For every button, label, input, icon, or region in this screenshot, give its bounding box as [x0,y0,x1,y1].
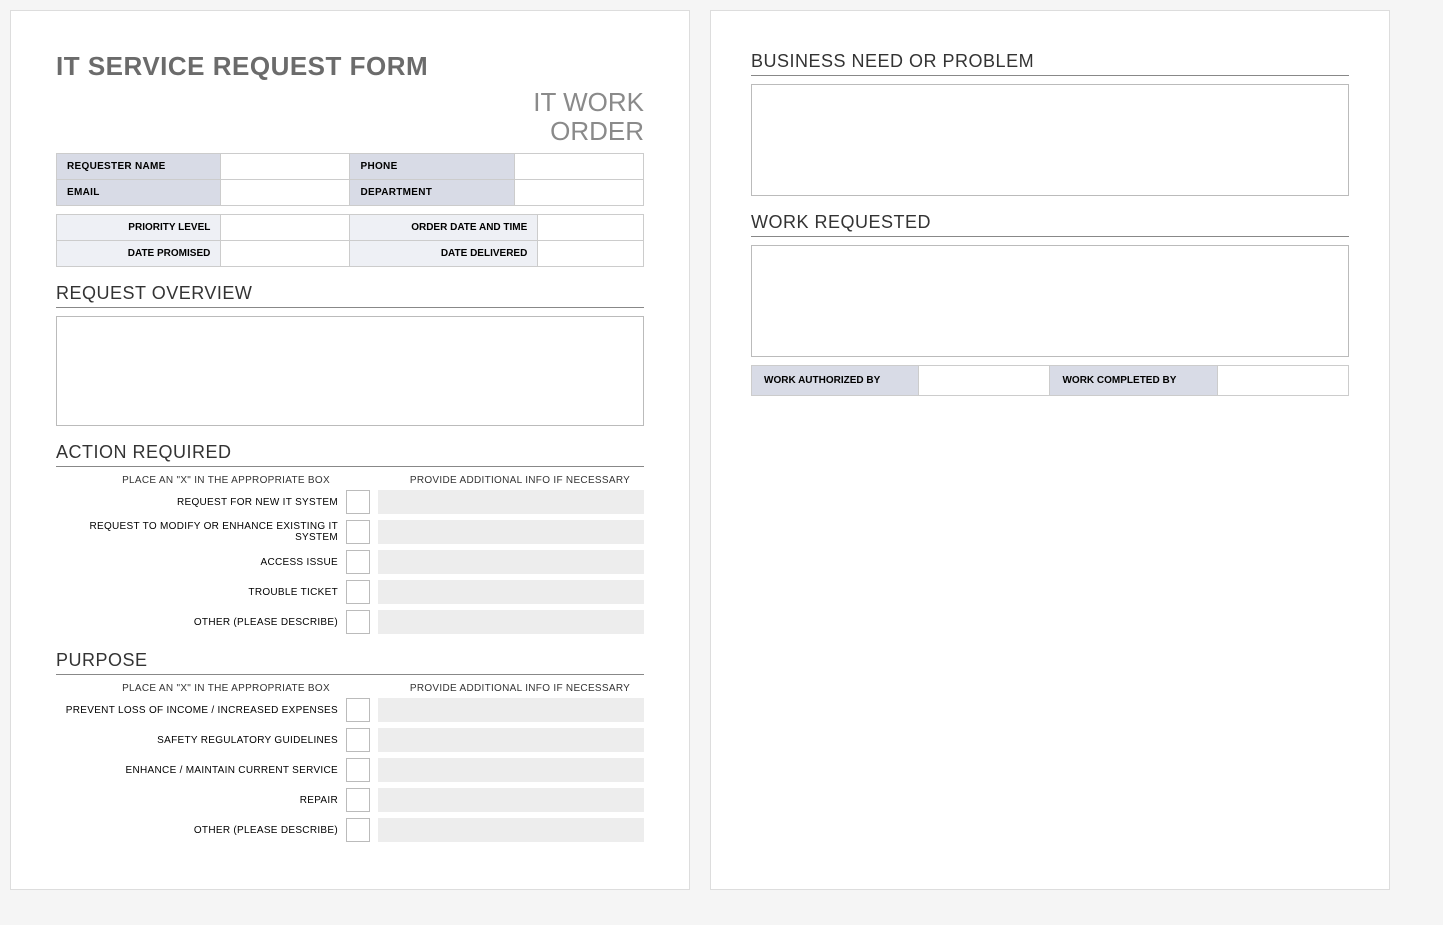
purpose-info-input[interactable] [378,818,644,842]
action-checkbox[interactable] [346,610,370,634]
purpose-label: PREVENT LOSS OF INCOME / INCREASED EXPEN… [56,705,346,716]
action-row: OTHER (PLEASE DESCRIBE) [56,610,644,634]
purpose-row: REPAIR [56,788,644,812]
department-label: DEPARTMENT [350,180,514,206]
purpose-row: PREVENT LOSS OF INCOME / INCREASED EXPEN… [56,698,644,722]
requester-name-input[interactable] [221,154,350,180]
request-overview-textarea[interactable] [56,316,644,426]
date-delivered-label: DATE DELIVERED [350,241,538,267]
priority-label: PRIORITY LEVEL [57,215,221,241]
action-info-input[interactable] [378,550,644,574]
instr-place-x: PLACE AN "X" IN THE APPROPRIATE BOX [56,683,396,694]
work-requested-heading: WORK REQUESTED [751,212,1349,237]
date-delivered-input[interactable] [538,241,644,267]
purpose-checkbox[interactable] [346,788,370,812]
request-overview-heading: REQUEST OVERVIEW [56,283,644,308]
action-row: REQUEST FOR NEW IT SYSTEM [56,490,644,514]
instr-additional-info: PROVIDE ADDITIONAL INFO IF NECESSARY [396,475,644,486]
purpose-row: SAFETY REGULATORY GUIDELINES [56,728,644,752]
action-info-input[interactable] [378,610,644,634]
priority-input[interactable] [221,215,350,241]
purpose-info-input[interactable] [378,698,644,722]
action-row: ACCESS ISSUE [56,550,644,574]
action-checkbox[interactable] [346,490,370,514]
action-checkbox[interactable] [346,550,370,574]
requester-table: REQUESTER NAME PHONE EMAIL DEPARTMENT [56,153,644,206]
email-input[interactable] [221,180,350,206]
purpose-label: ENHANCE / MAINTAIN CURRENT SERVICE [56,765,346,776]
authorized-by-input[interactable] [919,366,1050,396]
action-label: TROUBLE TICKET [56,587,346,598]
authorization-table: WORK AUTHORIZED BY WORK COMPLETED BY [751,365,1349,396]
subtitle-line1: IT WORK [533,87,644,117]
date-promised-label: DATE PROMISED [57,241,221,267]
purpose-info-input[interactable] [378,758,644,782]
instr-place-x: PLACE AN "X" IN THE APPROPRIATE BOX [56,475,396,486]
form-subtitle: IT WORK ORDER [56,88,644,145]
action-info-input[interactable] [378,520,644,544]
purpose-instructions: PLACE AN "X" IN THE APPROPRIATE BOX PROV… [56,683,644,694]
date-promised-input[interactable] [221,241,350,267]
purpose-row: OTHER (PLEASE DESCRIBE) [56,818,644,842]
purpose-heading: PURPOSE [56,650,644,675]
phone-label: PHONE [350,154,514,180]
purpose-info-input[interactable] [378,788,644,812]
completed-by-input[interactable] [1217,366,1348,396]
order-date-label: ORDER DATE AND TIME [350,215,538,241]
purpose-checkbox[interactable] [346,818,370,842]
action-label: REQUEST FOR NEW IT SYSTEM [56,497,346,508]
work-requested-textarea[interactable] [751,245,1349,357]
completed-by-label: WORK COMPLETED BY [1050,366,1217,396]
action-row: TROUBLE TICKET [56,580,644,604]
purpose-label: OTHER (PLEASE DESCRIBE) [56,825,346,836]
business-need-textarea[interactable] [751,84,1349,196]
action-instructions: PLACE AN "X" IN THE APPROPRIATE BOX PROV… [56,475,644,486]
action-checkbox[interactable] [346,520,370,544]
order-table: PRIORITY LEVEL ORDER DATE AND TIME DATE … [56,214,644,267]
authorized-by-label: WORK AUTHORIZED BY [752,366,919,396]
form-title: IT SERVICE REQUEST FORM [56,51,644,82]
action-info-input[interactable] [378,580,644,604]
requester-name-label: REQUESTER NAME [57,154,221,180]
action-label: REQUEST TO MODIFY OR ENHANCE EXISTING IT… [56,521,346,543]
purpose-label: REPAIR [56,795,346,806]
purpose-checkbox[interactable] [346,758,370,782]
purpose-checkbox[interactable] [346,698,370,722]
page-2: BUSINESS NEED OR PROBLEM WORK REQUESTED … [710,10,1390,890]
action-label: OTHER (PLEASE DESCRIBE) [56,617,346,628]
order-date-input[interactable] [538,215,644,241]
page-1: IT SERVICE REQUEST FORM IT WORK ORDER RE… [10,10,690,890]
action-required-heading: ACTION REQUIRED [56,442,644,467]
action-row: REQUEST TO MODIFY OR ENHANCE EXISTING IT… [56,520,644,544]
purpose-checkbox[interactable] [346,728,370,752]
action-checkbox[interactable] [346,580,370,604]
email-label: EMAIL [57,180,221,206]
instr-additional-info: PROVIDE ADDITIONAL INFO IF NECESSARY [396,683,644,694]
purpose-label: SAFETY REGULATORY GUIDELINES [56,735,346,746]
department-input[interactable] [514,180,643,206]
phone-input[interactable] [514,154,643,180]
business-need-heading: BUSINESS NEED OR PROBLEM [751,51,1349,76]
action-label: ACCESS ISSUE [56,557,346,568]
purpose-info-input[interactable] [378,728,644,752]
purpose-row: ENHANCE / MAINTAIN CURRENT SERVICE [56,758,644,782]
subtitle-line2: ORDER [550,116,644,146]
action-info-input[interactable] [378,490,644,514]
